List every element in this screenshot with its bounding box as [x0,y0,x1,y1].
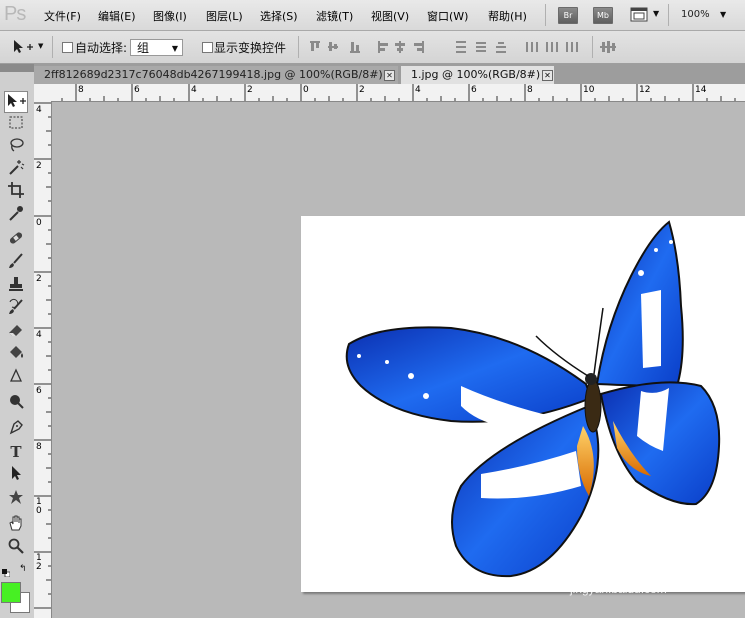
ruler-tick-label: 4 [415,85,421,95]
horizontal-ruler[interactable]: 8 6 4 2 0 2 4 6 8 10 12 14 [51,84,745,102]
path-selection-tool-icon[interactable] [4,464,28,486]
tool-preset-chevron-icon[interactable]: ▼ [38,42,43,50]
zoom-dropdown-icon[interactable]: ▼ [720,10,726,19]
auto-select-value: 组 [137,41,150,55]
menu-edit[interactable]: 编辑(E) [98,8,136,24]
document-tabs: 2ff812689d2317c76048db4267199418.jpg @ 1… [34,64,745,84]
tools-panel-header[interactable] [0,64,34,72]
tab-label: 1.jpg @ 100%(RGB/8#) [411,68,541,81]
show-transform-label: 显示变换控件 [214,41,287,55]
lasso-tool-icon[interactable] [4,135,28,157]
vertical-ruler[interactable]: 4 2 0 2 4 6 8 1 0 1 2 [34,101,52,618]
watermark-url: jingyan.baidu.com [570,582,667,596]
chevron-down-icon: ▼ [171,44,178,53]
zoom-level[interactable]: 100% [681,9,710,20]
ruler-tick-label: 1 2 [36,553,42,572]
auto-select-checkbox[interactable] [62,42,73,53]
clone-stamp-tool-icon[interactable] [4,275,28,297]
butterfly-image [345,220,721,578]
hand-tool-icon[interactable] [4,514,28,536]
close-icon[interactable]: ✕ [384,70,395,81]
watermark-brand: Baidu经验 [570,555,676,580]
minibridge-button[interactable]: Mb [593,7,613,24]
eraser-tool-icon[interactable] [4,321,28,343]
custom-shape-tool-icon[interactable] [4,488,28,510]
zoom-tool-icon[interactable] [4,537,28,559]
type-tool-icon[interactable]: T [4,441,28,463]
chevron-down-icon[interactable]: ▼ [653,9,659,18]
ruler-tick-label: 10 [583,85,595,95]
magic-wand-tool-icon[interactable] [4,158,28,180]
document-canvas[interactable] [301,216,745,592]
menu-window[interactable]: 窗口(W) [427,8,468,24]
auto-select-dropdown[interactable]: 组 ▼ [130,39,183,56]
ruler-tick-label: 2 [247,85,253,95]
crop-tool-icon[interactable] [4,181,28,203]
show-transform-checkbox[interactable] [202,42,213,53]
pen-tool-icon[interactable] [4,418,28,440]
eyedropper-tool-icon[interactable] [4,204,28,226]
options-bar: ▼ 自动选择: 组 ▼ 显示变换控件 [0,31,745,64]
ruler-tick-label: 4 [36,105,42,115]
history-brush-tool-icon[interactable] [4,298,28,320]
ruler-tick-label: 4 [191,85,197,95]
ruler-tick-label: 2 [359,85,365,95]
menu-bar: Ps 文件(F) 编辑(E) 图像(I) 图层(L) 选择(S) 滤镜(T) 视… [0,0,745,31]
ruler-tick-label: 6 [471,85,477,95]
menu-select[interactable]: 选择(S) [260,8,298,24]
tools-panel: T ↰ [0,64,35,618]
menu-separator [668,4,669,26]
ruler-tick-label: 1 0 [36,497,42,516]
move-tool-icon[interactable] [12,39,34,58]
menu-file[interactable]: 文件(F) [44,8,81,24]
ruler-tick-label: 2 [36,161,42,171]
ruler-tick-label: 0 [36,218,42,228]
ruler-tick-label: 2 [36,274,42,284]
arrange-documents-icon[interactable] [630,7,648,22]
brush-tool-icon[interactable] [4,252,28,274]
align-buttons-group [308,40,598,54]
ruler-origin[interactable] [34,84,52,102]
tab-label: 2ff812689d2317c76048db4267199418.jpg @ 1… [44,68,383,81]
tab-document-2[interactable]: 1.jpg @ 100%(RGB/8#) ✕ [401,66,554,84]
swap-colors-icon[interactable]: ↰ [19,564,27,574]
tab-document-1[interactable]: 2ff812689d2317c76048db4267199418.jpg @ 1… [34,66,398,84]
menu-image[interactable]: 图像(I) [153,8,187,24]
ruler-tick-label: 4 [36,330,42,340]
options-separator [592,36,593,58]
default-colors-icon[interactable] [2,567,11,578]
dodge-tool-icon[interactable] [4,392,28,414]
bridge-button[interactable]: Br [558,7,578,24]
menu-view[interactable]: 视图(V) [371,8,409,24]
blur-tool-icon[interactable] [4,367,28,389]
menu-help[interactable]: 帮助(H) [488,8,527,24]
ruler-tick-label: 8 [78,85,84,95]
menu-separator [545,4,546,26]
menu-layer[interactable]: 图层(L) [206,8,243,24]
healing-brush-tool-icon[interactable] [4,229,28,251]
auto-select-label: 自动选择: [75,41,128,55]
foreground-color-swatch[interactable] [1,582,21,603]
options-separator [298,36,299,58]
marquee-tool-icon[interactable] [4,114,28,136]
options-separator [52,36,53,58]
move-tool-icon[interactable] [4,91,28,113]
ruler-tick-label: 12 [639,85,651,95]
menu-filter[interactable]: 滤镜(T) [316,8,353,24]
ruler-tick-label: 14 [695,85,707,95]
ruler-tick-label: 6 [134,85,140,95]
ruler-tick-label: 0 [303,85,309,95]
ruler-tick-label: 8 [36,442,42,452]
close-icon[interactable]: ✕ [542,70,553,81]
ruler-tick-label: 8 [527,85,533,95]
ruler-tick-label: 6 [36,386,42,396]
auto-align-icon[interactable] [600,40,616,57]
photoshop-logo: Ps [4,3,26,25]
paint-bucket-tool-icon[interactable] [4,344,28,366]
